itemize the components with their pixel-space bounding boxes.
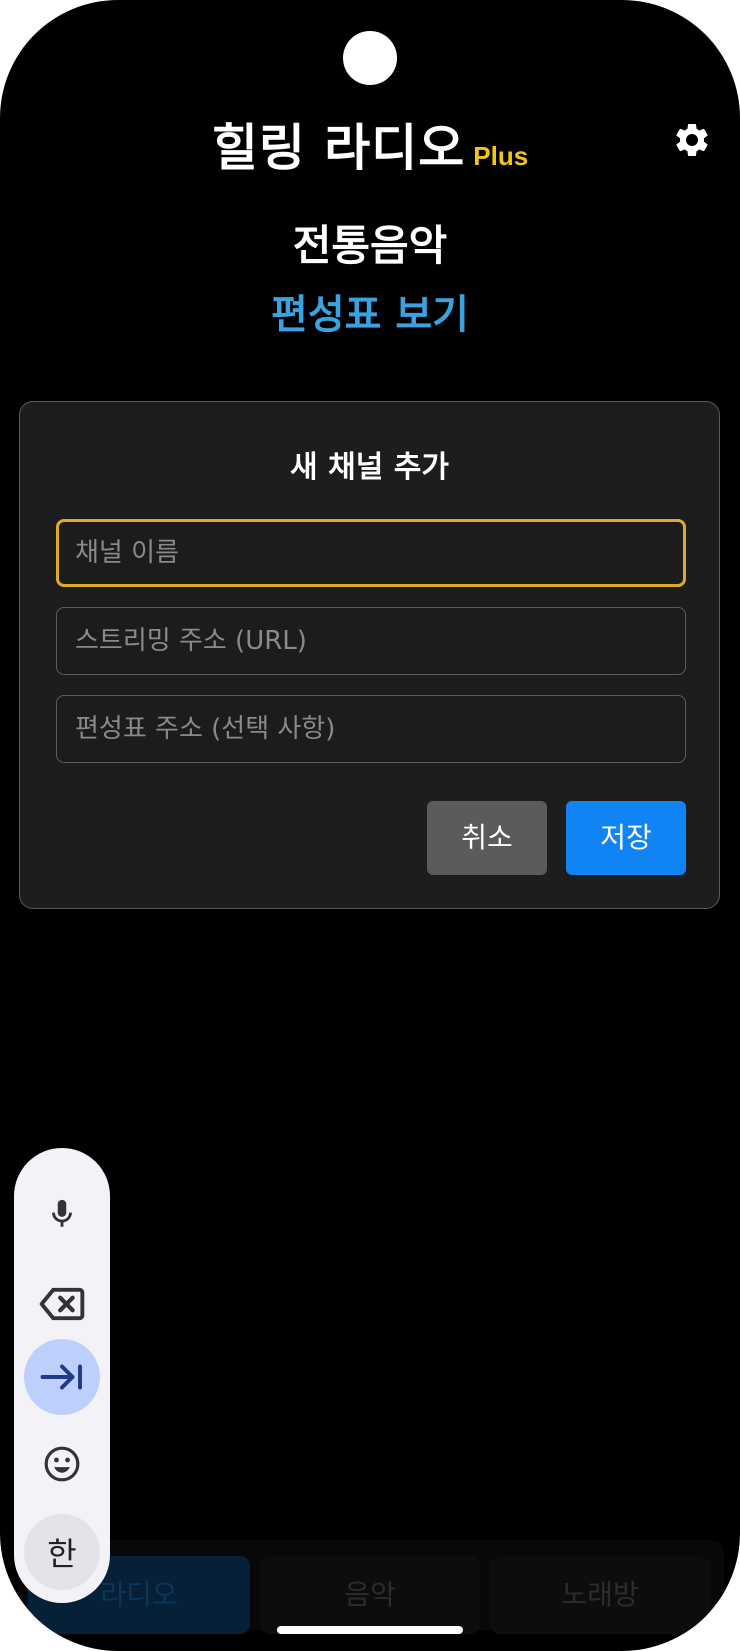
schedule-url-input[interactable] — [56, 695, 686, 763]
plus-badge: Plus — [473, 141, 529, 171]
app-title: 힐링 라디오 Plus — [0, 108, 740, 180]
emoji-icon — [44, 1446, 80, 1482]
backspace-button[interactable] — [24, 1266, 100, 1342]
stream-url-input[interactable] — [56, 607, 686, 675]
microphone-icon — [52, 1199, 72, 1227]
app-title-text: 힐링 라디오 — [211, 119, 466, 177]
microphone-button[interactable] — [24, 1176, 100, 1252]
dialog-title: 새 채널 추가 — [290, 450, 449, 485]
schedule-link[interactable]: 편성표 보기 — [0, 282, 740, 340]
channel-name-input[interactable] — [56, 519, 686, 587]
tab-button[interactable] — [24, 1339, 100, 1415]
keyboard-toolbar: 한 — [14, 1148, 110, 1603]
front-camera — [343, 31, 397, 85]
current-channel-name: 전통음악 — [292, 221, 448, 270]
phone-screen: 힐링 라디오Plus 전통음악 편성표 보기 새 채널 추가 취소 저장 라디오… — [0, 0, 740, 1651]
language-toggle-button[interactable]: 한 — [24, 1514, 100, 1590]
bottom-navigation: 라디오 음악 노래방 — [18, 1540, 724, 1634]
tab-music[interactable]: 음악 — [260, 1556, 480, 1634]
add-channel-dialog: 새 채널 추가 취소 저장 — [19, 401, 720, 909]
emoji-button[interactable] — [24, 1426, 100, 1502]
tab-icon — [40, 1364, 82, 1390]
cancel-button[interactable]: 취소 — [427, 801, 547, 875]
gear-icon[interactable] — [672, 120, 712, 160]
backspace-icon — [39, 1287, 85, 1321]
home-indicator[interactable] — [277, 1626, 463, 1634]
save-button[interactable]: 저장 — [566, 801, 686, 875]
tab-karaoke[interactable]: 노래방 — [490, 1556, 710, 1634]
